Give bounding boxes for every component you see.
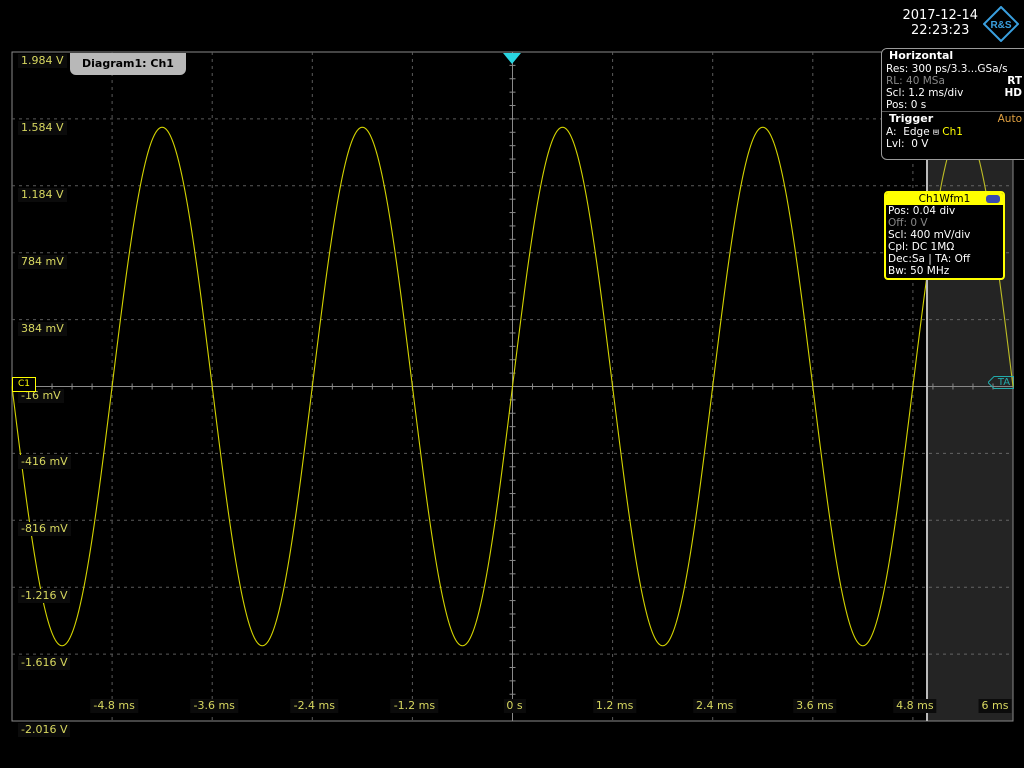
x-tick-label: 3.6 ms [793, 699, 837, 713]
minimize-icon[interactable] [986, 195, 1000, 203]
channel-panel-title: Ch1Wfm1 [886, 193, 1003, 205]
horizontal-row-rl: RL: 40 MSa RT [882, 75, 1024, 87]
channel-row: Dec:Sa | TA: Off [888, 253, 971, 265]
channel-row: Off: 0 V [888, 217, 928, 229]
rs-logo-icon: R&S [983, 6, 1019, 42]
channel-row: Scl: 400 mV/div [888, 229, 971, 241]
date: 2017-12-14 [902, 8, 978, 23]
x-tick-label: 1.2 ms [592, 699, 637, 713]
channel-offset-marker[interactable]: C1 [12, 377, 36, 392]
horizontal-row-pos: Pos: 0 s [882, 99, 1024, 111]
channel-row: Cpl: DC 1MΩ [888, 241, 955, 253]
trigger-position-marker[interactable] [503, 53, 521, 64]
y-tick-label: -2.016 V [18, 723, 71, 737]
x-tick-label: 4.8 ms [893, 699, 937, 713]
y-tick-label: 384 mV [18, 321, 67, 336]
channel-row: Bw: 50 MHz [888, 265, 950, 277]
horizontal-title: Horizontal [882, 49, 1024, 63]
y-tick-label: 784 mV [18, 254, 67, 269]
y-tick-label: -1.616 V [18, 656, 71, 671]
y-tick-label: 1.584 V [18, 120, 67, 135]
rising-edge-icon: ⩏ [933, 126, 939, 138]
date-time: 2017-12-14 22:23:23 [902, 8, 978, 38]
x-tick-label: -1.2 ms [390, 699, 439, 713]
oscilloscope-display[interactable] [0, 0, 1024, 768]
y-tick-label: -816 mV [18, 522, 71, 537]
x-tick-label: -4.8 ms [90, 699, 138, 713]
diagram-tab[interactable]: Diagram1: Ch1 [70, 53, 186, 75]
horizontal-panel[interactable]: Horizontal Res: 300 ps/3.3...GSa/s RL: 4… [881, 48, 1024, 160]
channel-panel[interactable]: Ch1Wfm1 Pos: 0.04 div Off: 0 V Scl: 400 … [884, 191, 1005, 280]
y-tick-label: 1.984 V [18, 54, 67, 68]
trigger-header: Trigger Auto [882, 111, 1024, 126]
x-tick-label: 6 ms [978, 699, 1012, 713]
y-tick-label: 1.184 V [18, 187, 67, 202]
x-tick-label: -3.6 ms [190, 699, 238, 713]
y-tick-label: -416 mV [18, 455, 71, 470]
trigger-row-source: A: Edge ⩏ Ch1 [882, 126, 1024, 138]
trigger-row-level: Lvl: 0 V [882, 138, 1024, 150]
time: 22:23:23 [911, 23, 970, 38]
x-tick-label: -2.4 ms [290, 699, 338, 713]
trigger-mode: Auto [997, 113, 1022, 125]
channel-row: Pos: 0.04 div [888, 205, 956, 217]
x-tick-label: 2.4 ms [692, 699, 737, 713]
ta-marker[interactable]: TA [988, 376, 1014, 389]
horizontal-row-scl: Scl: 1.2 ms/div HD [882, 87, 1024, 99]
svg-text:R&S: R&S [990, 20, 1011, 31]
y-tick-label: -1.216 V [18, 589, 71, 604]
horizontal-row-res: Res: 300 ps/3.3...GSa/s [882, 63, 1024, 75]
x-tick-label: 0 s [503, 699, 526, 713]
